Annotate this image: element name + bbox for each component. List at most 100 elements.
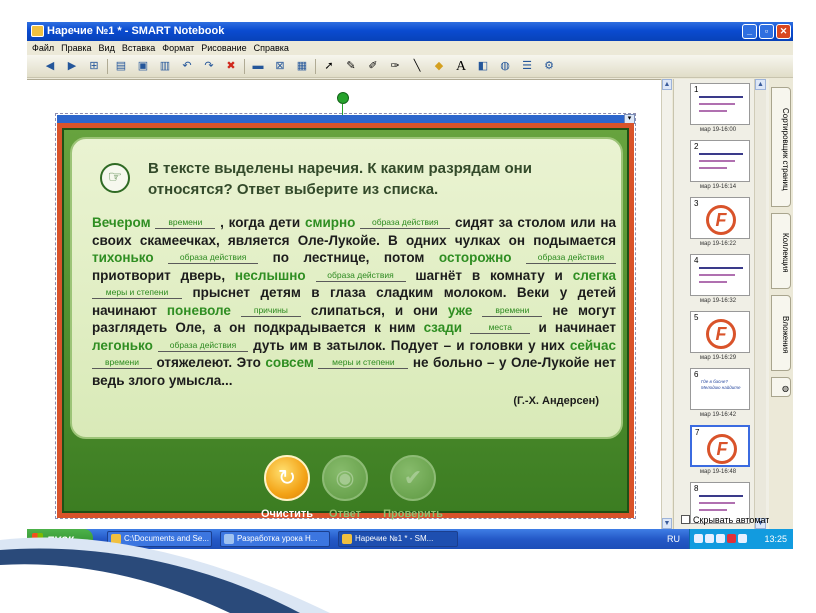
answer-blank[interactable]: времени <box>155 217 216 229</box>
forward-icon[interactable]: ▶ <box>63 58 81 75</box>
menu-file[interactable]: Файл <box>32 41 54 55</box>
tab-attachments[interactable]: Вложения <box>771 295 791 371</box>
exercise-text: Вечером времени , когда дети смирно обра… <box>92 214 616 389</box>
check-label: Проверить <box>383 508 443 520</box>
tray-icon[interactable] <box>716 534 725 543</box>
scroll-down-icon[interactable]: ▼ <box>662 518 672 529</box>
highlighter-icon[interactable]: ✑ <box>386 58 404 75</box>
menu-view[interactable]: Вид <box>99 41 115 55</box>
creative-pen-icon[interactable]: ✐ <box>364 58 382 75</box>
menu-draw[interactable]: Рисование <box>201 41 246 55</box>
rotate-handle[interactable] <box>337 92 349 104</box>
tray-icon[interactable] <box>694 534 703 543</box>
line-icon[interactable]: ╲ <box>408 58 426 75</box>
tray-icon[interactable] <box>705 534 714 543</box>
adverb-word: легонько <box>92 337 153 353</box>
answer-blank[interactable]: меры и степени <box>92 287 182 299</box>
properties-icon[interactable]: ◍ <box>496 58 514 75</box>
menu-edit[interactable]: Правка <box>61 41 91 55</box>
adverb-word: совсем <box>265 355 314 370</box>
answer-blank[interactable]: образа действия <box>315 270 406 282</box>
page-thumbnail[interactable]: 3F <box>690 197 750 239</box>
answer-blank[interactable]: образа действия <box>525 252 616 264</box>
maximize-button[interactable]: ▫ <box>759 24 774 39</box>
text-icon[interactable]: A <box>452 58 470 75</box>
properties-icon: ◍ <box>781 383 790 393</box>
camera-icon[interactable]: ▦ <box>293 58 311 75</box>
eraser-icon[interactable]: ◆ <box>430 58 448 75</box>
menu-insert[interactable]: Вставка <box>122 41 155 55</box>
scroll-up-icon[interactable]: ▲ <box>662 79 672 90</box>
minimize-button[interactable]: _ <box>742 24 757 39</box>
text-fragment: дуть им в затылок. Подует – и головки у … <box>253 337 570 353</box>
page-thumbnail[interactable]: 7F <box>690 425 750 467</box>
select-icon[interactable]: ➚ <box>320 58 338 75</box>
text-fragment: шагнёт в комнату и <box>415 267 573 283</box>
slide-logo-icon: F <box>706 205 736 235</box>
adverb-word: уже <box>447 302 473 318</box>
redo-icon[interactable]: ↷ <box>200 58 218 75</box>
tab-gallery[interactable]: Коллекция <box>771 213 791 289</box>
canvas-scrollbar[interactable]: ▲ ▼ <box>661 79 672 529</box>
taskbar-item-notebook[interactable]: Наречие №1 * - SM... <box>338 531 458 547</box>
answer-blank[interactable]: образа действия <box>158 340 248 352</box>
paste-icon[interactable]: ▥ <box>156 58 174 75</box>
adverb-word: неслышно <box>234 267 306 283</box>
menu-format[interactable]: Формат <box>162 41 194 55</box>
answer-blank[interactable]: образа действия <box>360 217 451 229</box>
page-thumbnail[interactable]: 1 <box>690 83 750 125</box>
answer-blank[interactable]: времени <box>92 357 152 369</box>
text-panel: ☞ В тексте выделены наречия. К каким раз… <box>70 137 623 439</box>
settings-icon[interactable]: ⚙ <box>540 58 558 75</box>
object-frame-bar <box>57 115 635 123</box>
tab-page-sorter[interactable]: Сортировщик страниц <box>771 87 791 207</box>
full-screen-icon[interactable]: ⊠ <box>271 58 289 75</box>
save-icon[interactable]: ▣ <box>134 58 152 75</box>
open-icon[interactable]: ▤ <box>112 58 130 75</box>
scroll-up-icon[interactable]: ▲ <box>755 79 766 90</box>
tray-icon[interactable] <box>727 534 736 543</box>
screen-shade-icon[interactable]: ▬ <box>249 58 267 75</box>
toolbar-separator <box>107 58 108 74</box>
pen-icon[interactable]: ✎ <box>342 58 360 75</box>
page-date: мар 19-16:32 <box>699 298 737 304</box>
add-page-icon[interactable]: ⊞ <box>85 58 103 75</box>
undo-icon[interactable]: ↶ <box>178 58 196 75</box>
page-thumbnail[interactable]: 4 <box>690 254 750 296</box>
tab-properties[interactable]: ◍ <box>771 377 791 397</box>
text-fragment: по лестнице, потом <box>272 250 439 265</box>
answer-button[interactable]: ◉ <box>322 455 368 501</box>
tray-icon[interactable] <box>738 534 747 543</box>
check-button[interactable]: ✔ <box>390 455 436 501</box>
toolbar-more-icon[interactable]: ☰ <box>518 58 536 75</box>
back-icon[interactable]: ◀ <box>41 58 59 75</box>
clear-button[interactable]: ↻ <box>264 455 310 501</box>
sorter-scrollbar[interactable]: ▲ ▼ <box>754 79 766 529</box>
close-button[interactable]: ✕ <box>776 24 791 39</box>
adverb-word: сзади <box>423 320 463 335</box>
page-number: 1 <box>694 85 699 94</box>
text-fragment: приотворит дверь, <box>92 267 235 283</box>
answer-blank[interactable]: места <box>470 322 531 334</box>
language-indicator[interactable]: RU <box>667 529 680 549</box>
answer-blank[interactable]: меры и степени <box>318 357 409 369</box>
adverb-word: тихонько <box>92 250 154 265</box>
fill-icon[interactable]: ◧ <box>474 58 492 75</box>
thumb-line <box>699 110 727 112</box>
answer-blank[interactable]: причины <box>240 305 301 317</box>
eye-icon: ◉ <box>335 465 355 490</box>
delete-icon[interactable]: ✖ <box>222 58 240 75</box>
thumb-line <box>699 160 735 162</box>
refresh-icon: ↻ <box>277 465 297 490</box>
page-thumbnail[interactable]: 2 <box>690 140 750 182</box>
menu-help[interactable]: Справка <box>254 41 289 55</box>
answer-blank[interactable]: времени <box>482 305 543 317</box>
page-thumbnail[interactable]: 5F <box>690 311 750 353</box>
page-number: 3 <box>694 199 699 208</box>
task-label: Наречие №1 * - SM... <box>355 534 434 543</box>
answer-blank[interactable]: образа действия <box>168 252 259 264</box>
page-thumbnail[interactable]: 6 Где в басне? Мелодию найдите <box>690 368 750 410</box>
text-fragment: слипаться, и они <box>310 302 448 318</box>
text-fragment: , когда дети <box>220 215 305 230</box>
autohide-checkbox[interactable]: Скрывать автомат <box>681 515 769 525</box>
